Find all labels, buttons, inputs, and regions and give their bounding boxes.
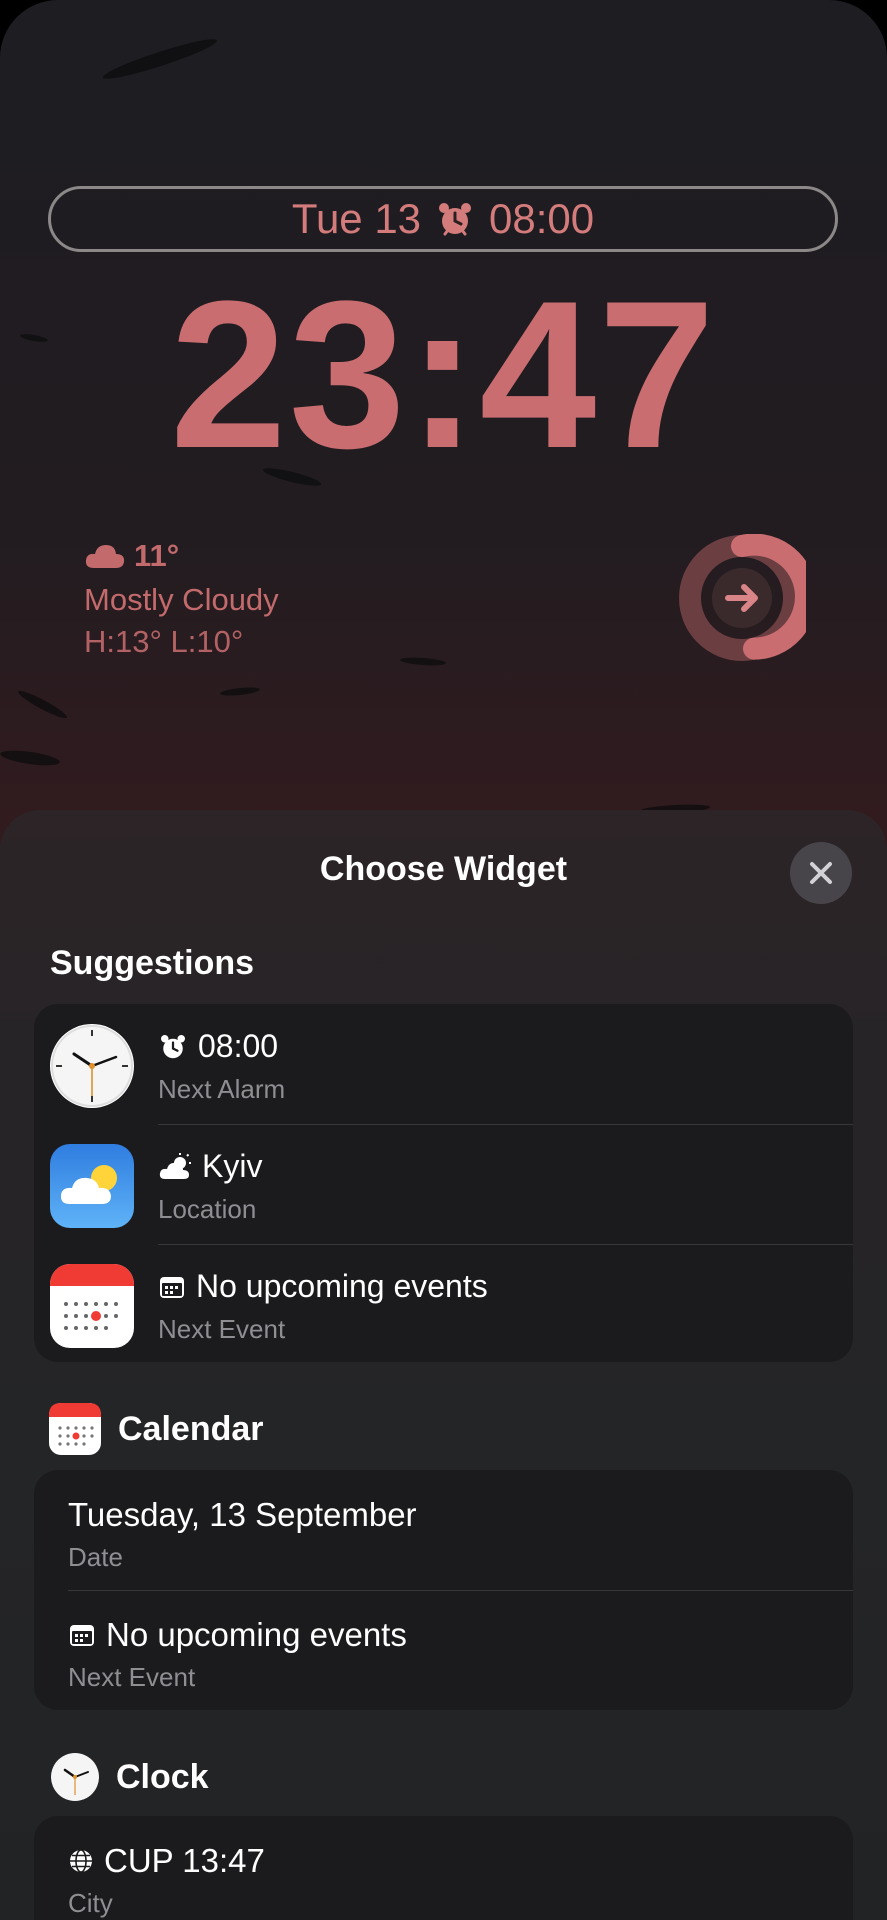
suggestion-title: No upcoming events [196,1268,488,1304]
calendar-heading: Calendar [118,1409,264,1448]
close-button[interactable] [790,842,852,904]
activity-ring-widget[interactable] [678,534,806,662]
suggestions-card: 08:00 Next Alarm Kyiv Location No upcomi… [34,1004,853,1362]
calendar-next-event-widget[interactable]: No upcoming events Next Event [34,1590,853,1710]
suggestion-title: Kyiv [202,1148,263,1184]
widget-subtitle: Date [68,1542,123,1572]
weather-range: H:13° L:10° [84,624,244,659]
alarm-clock-icon [161,1034,185,1058]
close-icon [810,862,832,884]
globe-icon [70,1849,92,1873]
suggestion-subtitle: Next Alarm [158,1074,286,1104]
alarm-clock-icon [439,203,472,236]
sheet-title: Choose Widget [319,850,568,888]
bird-decoration [16,687,69,722]
calendar-date-widget[interactable]: Tuesday, 13 September Date [34,1470,853,1590]
calendar-icon [160,1276,184,1298]
suggestions-heading: Suggestions [50,944,255,982]
clock-card: CUP 13:47 City [34,1816,853,1920]
lockscreen-time[interactable]: 23:47 [0,270,887,480]
bird-decoration [100,33,220,85]
partly-cloudy-icon [159,1152,191,1179]
calendar-app-icon [50,1264,134,1348]
suggestion-subtitle: Location [158,1194,257,1224]
weather-widget[interactable]: 11° Mostly Cloudy H:13° L:10° [84,538,279,660]
calendar-icon [70,1625,94,1646]
calendar-section-header: Calendar [48,1402,264,1456]
clock-heading: Clock [116,1757,209,1796]
choose-widget-sheet: Choose Widget Suggestions 08:00 Next Ala… [0,810,887,1920]
bird-decoration [399,656,447,667]
widget-title: No upcoming events [106,1616,407,1653]
bird-decoration [0,747,61,769]
widget-subtitle: Next Event [68,1662,196,1692]
suggestion-next-alarm[interactable]: 08:00 Next Alarm [34,1004,853,1124]
suggestion-location[interactable]: Kyiv Location [34,1124,853,1244]
suggestion-subtitle: Next Event [158,1314,286,1344]
clock-app-icon [50,1024,134,1108]
phone-screen: Tue 13 08:00 23:47 11° Mostly Cloudy H:1… [0,0,887,1920]
calendar-app-icon [48,1402,102,1456]
date-text: Tue 13 [291,195,422,242]
suggestion-next-event[interactable]: No upcoming events Next Event [34,1244,853,1364]
cloud-icon [85,545,125,568]
alarm-time-text: 08:00 [489,195,595,242]
date-alarm-widget[interactable]: Tue 13 08:00 [48,186,838,252]
bird-decoration [219,685,261,698]
clock-section-header: Clock [50,1752,209,1802]
weather-condition: Mostly Cloudy [84,582,279,617]
widget-subtitle: City [68,1888,113,1918]
weather-app-icon [50,1144,134,1228]
arrow-right-icon [712,568,772,628]
suggestion-title: 08:00 [198,1028,279,1064]
clock-app-icon [50,1752,100,1802]
calendar-card: Tuesday, 13 September Date No upcoming e… [34,1470,853,1710]
widget-title: CUP 13:47 [104,1842,265,1879]
clock-city-widget[interactable]: CUP 13:47 City [34,1816,853,1920]
weather-temp: 11° [134,538,180,573]
widget-title: Tuesday, 13 September [68,1496,417,1533]
lock-screen: Tue 13 08:00 23:47 11° Mostly Cloudy H:1… [0,0,887,830]
